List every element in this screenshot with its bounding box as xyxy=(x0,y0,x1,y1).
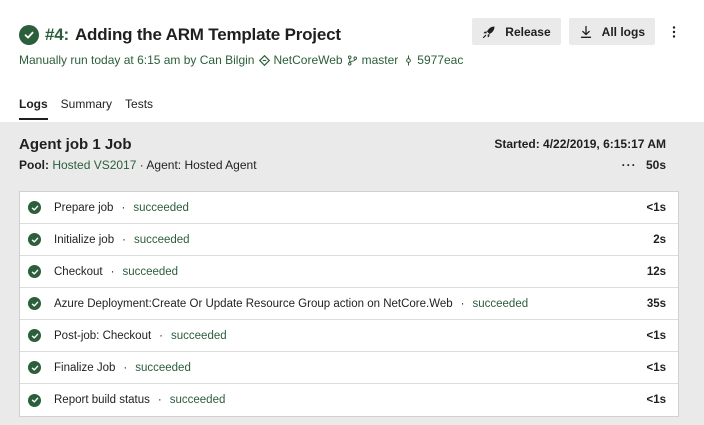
job-title: Agent job 1 Job xyxy=(19,136,132,153)
step-row[interactable]: Azure Deployment:Create Or Update Resour… xyxy=(20,288,678,320)
step-name: Checkout xyxy=(54,265,103,278)
job-started-time: Started: 4/22/2019, 6:15:17 AM xyxy=(494,137,666,151)
step-row[interactable]: Post-job: Checkout · succeeded <1s xyxy=(20,320,678,352)
step-status: succeeded xyxy=(169,394,226,406)
trigger-text: Manually run today at 6:15 am by Can Bil… xyxy=(19,53,255,67)
tab-logs[interactable]: Logs xyxy=(19,97,48,121)
commit-link[interactable]: 5977eac xyxy=(417,53,463,67)
pool-label: Pool: xyxy=(19,158,49,172)
success-check-icon xyxy=(28,201,41,214)
separator-dot: · xyxy=(121,201,126,214)
commit-icon xyxy=(402,54,414,66)
step-duration: 35s xyxy=(646,297,666,310)
run-subtitle: Manually run today at 6:15 am by Can Bil… xyxy=(19,53,463,67)
step-name: Prepare job xyxy=(54,201,114,214)
steps-list: Prepare job · succeeded <1s Initialize j… xyxy=(19,191,679,417)
separator-dot: · xyxy=(110,265,115,278)
success-check-icon xyxy=(28,329,41,342)
step-row[interactable]: Checkout · succeeded 12s xyxy=(20,256,678,288)
rocket-icon xyxy=(482,25,496,39)
step-duration: <1s xyxy=(646,201,666,214)
repo-diamond-icon xyxy=(258,54,270,66)
success-check-icon xyxy=(28,361,41,374)
separator-dot: · xyxy=(122,233,126,246)
step-status: succeeded xyxy=(472,297,529,310)
step-row[interactable]: Prepare job · succeeded <1s xyxy=(20,192,678,224)
separator-dot: · xyxy=(123,361,128,374)
duration-dots: ··· xyxy=(621,158,637,172)
job-duration: ··· 50s xyxy=(622,158,666,172)
release-label: Release xyxy=(505,24,551,39)
step-duration: <1s xyxy=(646,361,666,374)
step-name: Initialize job xyxy=(54,233,115,246)
run-number: #4: xyxy=(45,25,69,44)
step-name: Azure Deployment:Create Or Update Resour… xyxy=(54,297,453,310)
agent-value: Hosted Agent xyxy=(184,158,257,172)
branch-icon xyxy=(347,54,359,66)
separator-dot: · xyxy=(157,394,162,406)
more-vertical-icon[interactable] xyxy=(663,18,685,45)
separator-dot: · xyxy=(460,297,465,310)
all-logs-label: All logs xyxy=(601,24,645,39)
job-panel: Agent job 1 Job Started: 4/22/2019, 6:15… xyxy=(0,122,704,425)
job-pool-info: Pool: Hosted VS2017 · Agent: Hosted Agen… xyxy=(19,158,257,172)
step-duration: 12s xyxy=(646,265,666,278)
tab-tests[interactable]: Tests xyxy=(125,97,153,121)
duration-value: 50s xyxy=(645,158,666,172)
step-duration: <1s xyxy=(646,329,666,342)
step-name: Finalize Job xyxy=(54,361,116,374)
step-row[interactable]: Finalize Job · succeeded <1s xyxy=(20,352,678,384)
all-logs-button[interactable]: All logs xyxy=(568,18,655,45)
step-name: Post-job: Checkout xyxy=(54,329,152,342)
step-status: succeeded xyxy=(122,265,179,278)
pool-link[interactable]: Hosted VS2017 xyxy=(52,158,136,172)
step-name: Report build status xyxy=(54,394,150,406)
success-check-icon xyxy=(28,393,41,407)
step-row[interactable]: Initialize job · succeeded 2s xyxy=(20,224,678,256)
release-button[interactable]: Release xyxy=(472,18,561,45)
branch-link[interactable]: master xyxy=(362,53,399,67)
run-header: #4: Adding the ARM Template Project Manu… xyxy=(19,18,685,72)
step-row[interactable]: Report build status · succeeded <1s xyxy=(20,384,678,416)
download-icon xyxy=(579,25,593,39)
tab-bar: Logs Summary Tests xyxy=(19,97,166,121)
step-status: succeeded xyxy=(133,201,189,214)
step-duration: <1s xyxy=(646,394,666,406)
step-status: succeeded xyxy=(171,329,227,342)
step-status: succeeded xyxy=(135,361,191,374)
success-check-icon xyxy=(19,25,39,45)
separator-dot: · xyxy=(159,329,164,342)
step-status: succeeded xyxy=(133,233,190,246)
repo-link[interactable]: NetCoreWeb xyxy=(273,53,342,67)
run-title: Adding the ARM Template Project xyxy=(74,25,341,44)
step-duration: 2s xyxy=(653,233,666,246)
header-actions: Release All logs xyxy=(464,18,685,45)
success-check-icon xyxy=(28,265,41,278)
tab-summary[interactable]: Summary xyxy=(61,97,112,121)
success-check-icon xyxy=(28,297,41,310)
success-check-icon xyxy=(28,233,41,246)
agent-label: · Agent: xyxy=(139,158,182,172)
